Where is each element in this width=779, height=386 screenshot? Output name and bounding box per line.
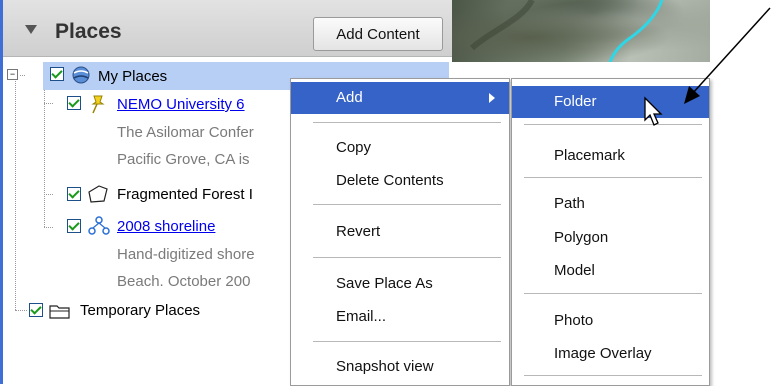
- menu-separator: [524, 124, 702, 125]
- path-network-icon: [88, 216, 110, 235]
- fragmented-forest-checkbox[interactable]: [67, 187, 81, 201]
- menu-item-snapshot-view[interactable]: Snapshot view: [291, 351, 509, 383]
- fragmented-forest-label[interactable]: Fragmented Forest I: [117, 186, 253, 203]
- submenu-item-photo[interactable]: Photo: [512, 305, 709, 337]
- my-places-checkbox[interactable]: [50, 67, 64, 81]
- shoreline-checkbox[interactable]: [67, 219, 81, 233]
- folder-icon: [49, 305, 70, 319]
- shoreline-description-line-2: Beach. October 200: [117, 273, 251, 290]
- globe-icon: [72, 66, 90, 84]
- add-submenu: Folder Placemark Path Polygon Model Phot…: [511, 78, 710, 386]
- menu-item-delete-contents[interactable]: Delete Contents: [291, 165, 509, 197]
- my-places-label[interactable]: My Places: [98, 68, 167, 85]
- mouse-pointer-icon: [644, 96, 663, 126]
- submenu-item-model[interactable]: Model: [512, 255, 709, 287]
- map-view[interactable]: [452, 0, 710, 62]
- pushpin-icon: [91, 95, 105, 114]
- polygon-icon: [88, 185, 108, 203]
- tree-guide-line: [44, 90, 45, 227]
- nemo-description-line-2: Pacific Grove, CA is: [117, 151, 250, 168]
- submenu-item-folder[interactable]: Folder: [512, 86, 709, 118]
- submenu-item-image-overlay[interactable]: Image Overlay: [512, 338, 709, 370]
- submenu-arrow-icon: [489, 93, 495, 103]
- nemo-university-link[interactable]: NEMO University 6: [117, 96, 245, 113]
- add-content-button[interactable]: Add Content: [313, 17, 443, 51]
- menu-separator: [524, 375, 702, 376]
- tree-guide-line: [44, 103, 53, 104]
- menu-item-revert[interactable]: Revert: [291, 216, 509, 248]
- submenu-item-polygon[interactable]: Polygon: [512, 222, 709, 254]
- submenu-item-placemark[interactable]: Placemark: [512, 140, 709, 172]
- collapse-tree-node[interactable]: −: [7, 69, 18, 80]
- menu-separator: [313, 341, 501, 342]
- menu-item-email[interactable]: Email...: [291, 301, 509, 333]
- menu-item-save-place-as[interactable]: Save Place As: [291, 268, 509, 300]
- menu-separator: [524, 177, 702, 178]
- tree-guide-line: [44, 227, 53, 228]
- nemo-checkbox[interactable]: [67, 96, 81, 110]
- tree-guide-line: [15, 310, 27, 311]
- collapse-triangle-icon[interactable]: [25, 25, 37, 34]
- shoreline-description-line-1: Hand-digitized shore: [117, 246, 255, 263]
- menu-separator: [313, 204, 501, 205]
- places-panel-header: Places Add Content: [3, 0, 452, 57]
- tree-guide-line: [15, 78, 16, 310]
- shoreline-overlay: [469, 0, 664, 62]
- menu-item-copy[interactable]: Copy: [291, 132, 509, 164]
- submenu-item-path[interactable]: Path: [512, 188, 709, 220]
- temporary-places-checkbox[interactable]: [29, 303, 43, 317]
- temporary-places-label[interactable]: Temporary Places: [80, 302, 200, 319]
- context-menu: Add Copy Delete Contents Revert Save Pla…: [290, 78, 510, 386]
- panel-title: Places: [55, 20, 122, 43]
- shoreline-link[interactable]: 2008 shoreline: [117, 218, 215, 235]
- menu-item-add[interactable]: Add: [291, 82, 509, 114]
- tree-guide-line: [20, 75, 25, 76]
- tree-guide-line: [44, 194, 53, 195]
- menu-separator: [313, 257, 501, 258]
- nemo-description-line-1: The Asilomar Confer: [117, 124, 254, 141]
- menu-separator: [313, 122, 501, 123]
- menu-separator: [524, 293, 702, 294]
